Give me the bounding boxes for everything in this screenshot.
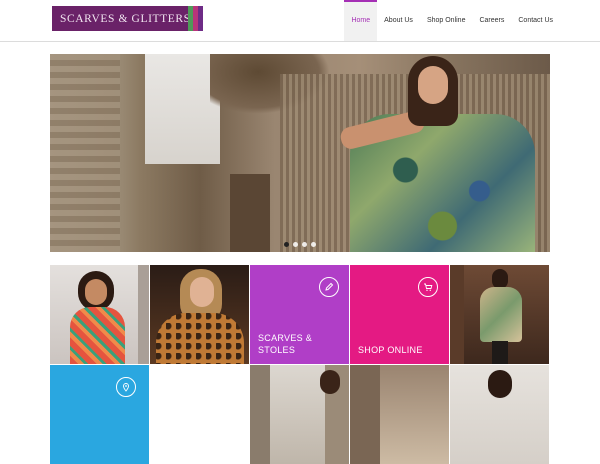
site-header: SCARVES & GLITTERS Home About Us Shop On… (0, 0, 600, 42)
photo-alley-wall (350, 365, 380, 464)
model-leopard-kaftan (156, 313, 244, 364)
nav-contact-us[interactable]: Contact Us (511, 0, 560, 41)
photo-wall (450, 265, 464, 364)
slider-dots (50, 242, 550, 247)
nav-home[interactable]: Home (344, 0, 378, 41)
slider-dot-3[interactable] (302, 242, 307, 247)
hero-slider[interactable] (50, 54, 550, 252)
photo-tile-scarf-model[interactable] (50, 265, 149, 364)
model-head (492, 269, 508, 289)
nav-shop-online[interactable]: Shop Online (420, 0, 473, 41)
brand-logo[interactable]: SCARVES & GLITTERS (52, 6, 203, 31)
logo-stripe-purple (198, 6, 203, 31)
logo-stripes (188, 6, 203, 31)
nav-careers[interactable]: Careers (472, 0, 511, 41)
hero-sky (145, 54, 220, 164)
tile-scarves-stoles[interactable]: SCARVES & STOLES (250, 265, 349, 364)
tile-label-scarves-stoles: SCARVES & STOLES (258, 333, 313, 355)
photo-wall-left (250, 365, 270, 464)
model-face (418, 66, 448, 104)
cart-icon (418, 277, 438, 297)
main-nav: Home About Us Shop Online Careers Contac… (344, 0, 560, 41)
photo-tile-leopard-model[interactable] (150, 265, 249, 364)
tile-shop-online[interactable]: SHOP ONLINE (350, 265, 449, 364)
slider-dot-2[interactable] (293, 242, 298, 247)
model-scarf (70, 307, 125, 364)
logo-text: SCARVES & GLITTERS (60, 12, 191, 25)
photo-pillar (138, 265, 149, 364)
photo-tile-alley[interactable] (350, 365, 449, 464)
model-head (488, 370, 512, 398)
pencil-icon (319, 277, 339, 297)
slider-dot-1[interactable] (284, 242, 289, 247)
model-kaftan (480, 287, 522, 342)
model-face (190, 277, 214, 307)
tile-label-shop-online: SHOP ONLINE (358, 345, 423, 355)
tile-store-locator[interactable] (50, 365, 149, 464)
model-head (320, 370, 340, 394)
hero-building (50, 54, 120, 252)
photo-tile-portrait-model[interactable] (450, 365, 549, 464)
model-legs (492, 341, 508, 364)
hero-door (230, 174, 270, 252)
slider-dot-4[interactable] (311, 242, 316, 247)
photo-tile-kaftan-model[interactable] (450, 265, 549, 364)
model-face (85, 279, 107, 305)
hero-model-photo (338, 54, 540, 252)
location-pin-icon (116, 377, 136, 397)
photo-tile-street-model[interactable] (250, 365, 349, 464)
nav-about-us[interactable]: About Us (377, 0, 420, 41)
